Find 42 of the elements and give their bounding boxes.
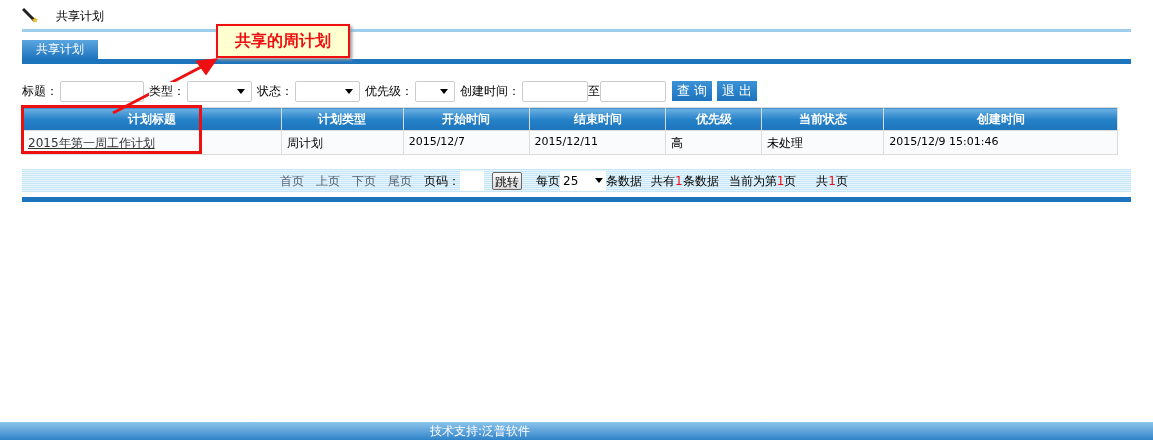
- table-cell: 周计划: [281, 130, 404, 155]
- caret-icon: [345, 88, 353, 94]
- column-header: 创建时间: [883, 107, 1118, 131]
- table-cell: 2015/12/7: [403, 130, 530, 155]
- go-button[interactable]: 跳转: [492, 171, 522, 190]
- date-field[interactable]: [600, 80, 666, 102]
- column-header: 开始时间: [403, 107, 530, 131]
- table-cell: 高: [665, 130, 762, 155]
- tab[interactable]: 共享计划: [22, 40, 98, 59]
- pager-link[interactable]: 尾页: [388, 171, 412, 190]
- caret-icon: [237, 88, 245, 94]
- total-count: 共有1条数据: [651, 172, 719, 190]
- pager-link[interactable]: 上页: [316, 171, 340, 190]
- page-label: 页码：: [424, 172, 460, 190]
- date-field[interactable]: [522, 80, 588, 102]
- callout-text: 共享的周计划: [235, 30, 331, 52]
- current-page: 当前为第1页: [728, 172, 797, 190]
- footer-text: 技术支持:泛普软件: [430, 423, 531, 440]
- range-separator: 至: [588, 83, 600, 100]
- table-cell: 2015/12/9 15:01:46: [883, 130, 1118, 155]
- page-field[interactable]: [460, 170, 484, 191]
- dropdown[interactable]: [415, 80, 455, 102]
- per-page-dropdown[interactable]: 25: [560, 170, 606, 191]
- page-title: 共享计划: [56, 8, 104, 25]
- column-header: 优先级: [665, 107, 762, 131]
- column-header: 计划类型: [281, 107, 404, 131]
- pager-link[interactable]: 首页: [280, 171, 304, 190]
- per-page-suffix: 条数据: [606, 172, 642, 190]
- column-header: 计划标题: [22, 107, 282, 131]
- pen-icon: [22, 8, 40, 24]
- column-header: 当前状态: [761, 107, 884, 131]
- pager-link[interactable]: 下页: [352, 171, 376, 190]
- page-count: 共1页: [816, 172, 848, 190]
- table-cell: 未处理: [761, 130, 884, 155]
- exit-button[interactable]: 退 出: [717, 81, 758, 101]
- column-header: 结束时间: [529, 107, 666, 131]
- table-cell: 2015/12/11: [529, 130, 666, 155]
- search-button[interactable]: 查 询: [672, 81, 713, 101]
- caret-icon: [440, 88, 448, 94]
- input-field[interactable]: [60, 80, 144, 102]
- caret-icon: [595, 178, 603, 183]
- per-page-label: 每页: [536, 172, 560, 190]
